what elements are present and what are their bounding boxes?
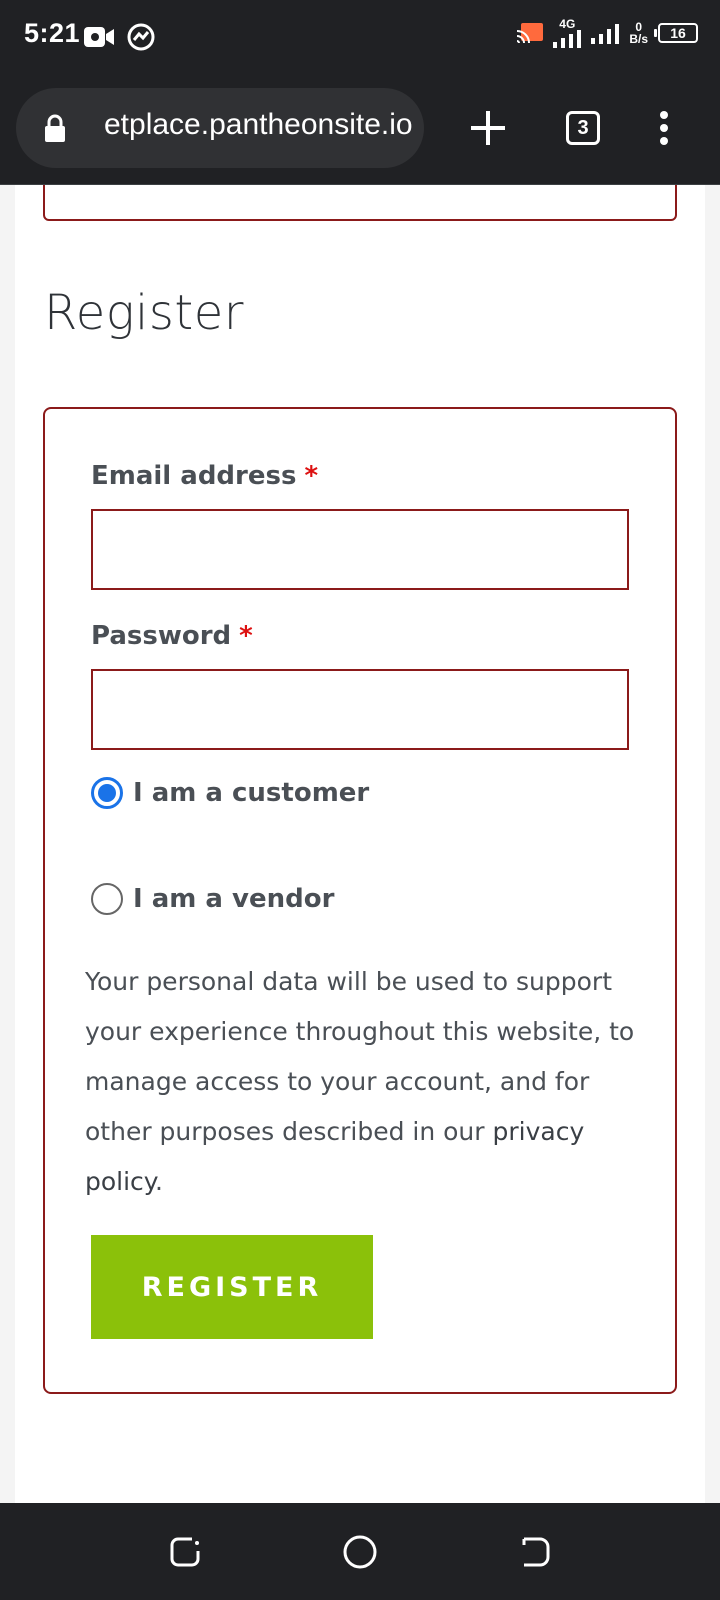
browser-toolbar: etplace.pantheonsite.io 3: [0, 72, 720, 185]
register-button[interactable]: REGISTER: [91, 1235, 373, 1339]
data-rate-unit: B/s: [629, 32, 648, 46]
recent-apps-icon: [170, 1537, 200, 1567]
status-time: 5:21: [24, 18, 81, 48]
url-text: etplace.pantheonsite.io: [104, 108, 413, 141]
email-label: Email address *: [91, 461, 318, 491]
data-rate: 0 B/s: [629, 21, 648, 45]
messenger-icon: [127, 23, 155, 51]
password-field[interactable]: [91, 669, 629, 750]
page-content: Register Email address * Password * I am a…: [15, 185, 705, 1503]
recent-apps-button[interactable]: [160, 1527, 210, 1577]
register-form: Email address * Password * I am a customer…: [43, 407, 677, 1394]
privacy-end: .: [155, 1167, 163, 1196]
menu-button[interactable]: [628, 92, 700, 164]
address-bar[interactable]: etplace.pantheonsite.io: [16, 88, 424, 168]
login-form-bottom-edge: [43, 185, 677, 221]
page-title: Register: [44, 285, 244, 341]
vendor-radio[interactable]: [91, 883, 123, 915]
home-circle-icon: [343, 1535, 377, 1569]
required-mark: *: [304, 461, 319, 491]
email-field[interactable]: [91, 509, 629, 590]
network-type: 4G: [559, 17, 576, 31]
status-notifications: [84, 22, 156, 52]
status-system-icons: 4G 0 B/s 16: [517, 18, 698, 48]
password-label: Password *: [91, 621, 253, 651]
email-label-text: Email address: [91, 461, 297, 491]
new-tab-button[interactable]: [452, 92, 524, 164]
cast-icon: [517, 23, 544, 43]
back-button[interactable]: [510, 1527, 560, 1577]
back-icon: [522, 1537, 550, 1567]
more-vert-icon: [660, 111, 668, 145]
signal-bars-icon: [553, 30, 582, 48]
customer-radio[interactable]: [91, 777, 123, 809]
web-page: Register Email address * Password * I am a…: [0, 185, 720, 1503]
home-button[interactable]: [335, 1527, 385, 1577]
status-bar: 5:21 4G 0 B/s 16: [0, 0, 720, 72]
required-mark: *: [239, 621, 253, 651]
system-nav-bar: [0, 1503, 720, 1600]
tab-count: 3: [566, 111, 600, 145]
password-label-text: Password: [91, 621, 232, 651]
role-option-vendor[interactable]: I am a vendor: [91, 883, 334, 915]
customer-radio-label[interactable]: I am a customer: [133, 778, 369, 808]
lock-icon: [45, 114, 65, 142]
video-camera-icon: [84, 27, 114, 47]
tab-switcher-button[interactable]: 3: [547, 92, 619, 164]
signal-4g: 4G: [553, 17, 582, 48]
vendor-radio-label[interactable]: I am a vendor: [133, 884, 334, 914]
plus-icon: [471, 111, 505, 145]
signal-bars-icon-2: [591, 24, 620, 44]
privacy-notice: Your personal data will be used to suppo…: [85, 957, 645, 1207]
battery-indicator: 16: [654, 23, 698, 43]
role-option-customer[interactable]: I am a customer: [91, 777, 369, 809]
